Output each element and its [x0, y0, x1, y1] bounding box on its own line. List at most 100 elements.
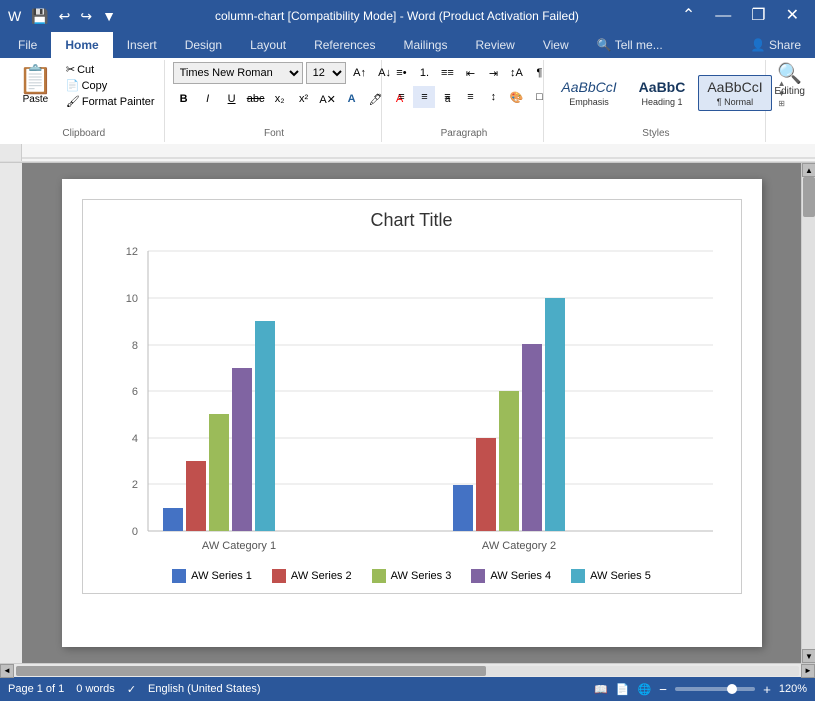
- bullets-button[interactable]: ≡•: [390, 62, 412, 84]
- find-button[interactable]: 🔍: [779, 62, 801, 84]
- tab-mailings[interactable]: Mailings: [389, 32, 461, 58]
- font-group: Times New Roman 12 A↑ A↓ B I U abc x₂ x²…: [167, 60, 383, 142]
- ribbon-tab-bar: File Home Insert Design Layout Reference…: [0, 32, 815, 58]
- tab-review[interactable]: Review: [461, 32, 528, 58]
- scroll-left-button[interactable]: ◄: [0, 664, 14, 678]
- italic-button[interactable]: I: [197, 88, 219, 110]
- font-name-select[interactable]: Times New Roman: [173, 62, 303, 84]
- language: English (United States): [148, 683, 261, 695]
- numbering-button[interactable]: 1.: [413, 62, 435, 84]
- svg-text:8: 8: [131, 340, 137, 352]
- ribbon-content: 📋 Paste ✂ Cut 📄 Copy 🖌 Format Painter Cl…: [0, 58, 815, 144]
- scroll-right-button[interactable]: ►: [801, 664, 815, 678]
- format-painter-button[interactable]: 🖌 Format Painter: [63, 94, 158, 109]
- normal-preview: AaBbCcI: [707, 79, 762, 96]
- style-normal[interactable]: AaBbCcI ¶ Normal: [698, 75, 771, 111]
- text-highlight-button[interactable]: 🖊: [365, 88, 387, 110]
- justify-button[interactable]: ≡: [459, 86, 481, 108]
- restore-button[interactable]: ❐: [743, 6, 773, 26]
- web-layout-button[interactable]: 🌐: [638, 683, 652, 696]
- tab-tell-me[interactable]: 🔍 Tell me...: [583, 32, 677, 58]
- customize-qa-button[interactable]: ▼: [98, 6, 120, 26]
- cut-icon: ✂: [66, 63, 75, 76]
- share-button[interactable]: 👤 Share: [737, 32, 815, 58]
- scroll-down-button[interactable]: ▼: [802, 649, 815, 663]
- tab-file[interactable]: File: [4, 32, 51, 58]
- multilevel-list-button[interactable]: ≡≡: [436, 62, 458, 84]
- print-layout-button[interactable]: 📄: [616, 683, 630, 696]
- legend-label-1: AW Series 1: [191, 570, 252, 582]
- status-right: 📖 📄 🌐 − + 120%: [594, 682, 807, 697]
- align-center-button[interactable]: ≡: [413, 86, 435, 108]
- style-heading1[interactable]: AaBbC Heading 1: [630, 75, 695, 111]
- copy-button[interactable]: 📄 Copy: [63, 78, 158, 93]
- tab-layout[interactable]: Layout: [236, 32, 300, 58]
- chart-title: Chart Title: [93, 210, 731, 231]
- legend-color-1: [172, 569, 186, 583]
- left-ruler: [0, 163, 22, 663]
- minimize-button[interactable]: —: [707, 6, 739, 26]
- align-left-button[interactable]: ≡: [390, 86, 412, 108]
- scroll-thumb[interactable]: [803, 177, 815, 217]
- editing-group: 🔍 Editing: [768, 60, 811, 142]
- increase-font-button[interactable]: A↑: [349, 62, 371, 84]
- styles-label: Styles: [546, 128, 765, 139]
- heading-preview: AaBbC: [639, 79, 686, 96]
- save-button[interactable]: 💾: [27, 6, 52, 27]
- scroll-track[interactable]: [802, 177, 815, 649]
- scroll-up-button[interactable]: ▲: [802, 163, 815, 177]
- tab-insert[interactable]: Insert: [113, 32, 171, 58]
- decrease-indent-button[interactable]: ⇤: [459, 62, 481, 84]
- window-title: column-chart [Compatibility Mode] - Word…: [120, 9, 674, 23]
- vertical-scrollbar: ▲ ▼: [801, 163, 815, 663]
- strikethrough-button[interactable]: abc: [245, 88, 267, 110]
- clipboard-label: Clipboard: [4, 128, 164, 139]
- title-bar: W 💾 ↩ ↪ ▼ column-chart [Compatibility Mo…: [0, 0, 815, 32]
- tab-references[interactable]: References: [300, 32, 389, 58]
- font-name-row: Times New Roman 12 A↑ A↓: [173, 62, 396, 84]
- proofing-icon: ✓: [127, 683, 136, 696]
- ruler-corner: [0, 144, 22, 161]
- h-scroll-thumb[interactable]: [16, 666, 486, 676]
- font-size-select[interactable]: 12: [306, 62, 346, 84]
- align-right-button[interactable]: ≡: [436, 86, 458, 108]
- shading-button[interactable]: 🎨: [505, 86, 527, 108]
- zoom-thumb[interactable]: [727, 684, 737, 694]
- document-main[interactable]: Chart Title 0 2 4: [22, 163, 801, 663]
- heading-label: Heading 1: [641, 97, 682, 107]
- tab-view[interactable]: View: [529, 32, 583, 58]
- line-spacing-button[interactable]: ↕: [482, 86, 504, 108]
- sort-button[interactable]: ↕A: [505, 62, 527, 84]
- text-effect-button[interactable]: A: [341, 88, 363, 110]
- tab-design[interactable]: Design: [171, 32, 236, 58]
- svg-text:10: 10: [125, 293, 137, 305]
- emphasis-label: Emphasis: [569, 97, 609, 107]
- legend-series-1: AW Series 1: [172, 569, 252, 583]
- zoom-slider[interactable]: [675, 687, 755, 691]
- redo-button[interactable]: ↪: [76, 6, 96, 27]
- undo-button[interactable]: ↩: [55, 6, 75, 27]
- para-row-2: ≡ ≡ ≡ ≡ ↕ 🎨 □: [390, 86, 550, 108]
- ribbon-collapse-button[interactable]: ⌃: [674, 6, 703, 26]
- clipboard-group: 📋 Paste ✂ Cut 📄 Copy 🖌 Format Painter Cl…: [4, 60, 165, 142]
- cut-button[interactable]: ✂ Cut: [63, 62, 158, 77]
- bold-button[interactable]: B: [173, 88, 195, 110]
- style-emphasis[interactable]: AaBbCcI Emphasis: [552, 75, 625, 111]
- zoom-out-button[interactable]: −: [659, 682, 667, 697]
- paste-button[interactable]: 📋 Paste: [10, 62, 61, 109]
- tab-home[interactable]: Home: [51, 32, 112, 58]
- clear-format-button[interactable]: A✕: [317, 88, 339, 110]
- styles-list: AaBbCcI Emphasis AaBbC Heading 1 AaBbCcI…: [552, 75, 771, 111]
- superscript-button[interactable]: x²: [293, 88, 315, 110]
- subscript-button[interactable]: x₂: [269, 88, 291, 110]
- window-controls: ⌃ — ❐ ✕: [674, 6, 807, 26]
- underline-button[interactable]: U: [221, 88, 243, 110]
- close-button[interactable]: ✕: [778, 6, 807, 26]
- increase-indent-button[interactable]: ⇥: [482, 62, 504, 84]
- read-mode-button[interactable]: 📖: [594, 683, 608, 696]
- quick-access-toolbar: 💾 ↩ ↪ ▼: [27, 6, 120, 27]
- format-painter-icon: 🖌: [66, 95, 80, 108]
- paste-icon: 📋: [18, 66, 53, 94]
- zoom-in-button[interactable]: +: [763, 682, 771, 697]
- h-scroll-track[interactable]: [16, 666, 799, 676]
